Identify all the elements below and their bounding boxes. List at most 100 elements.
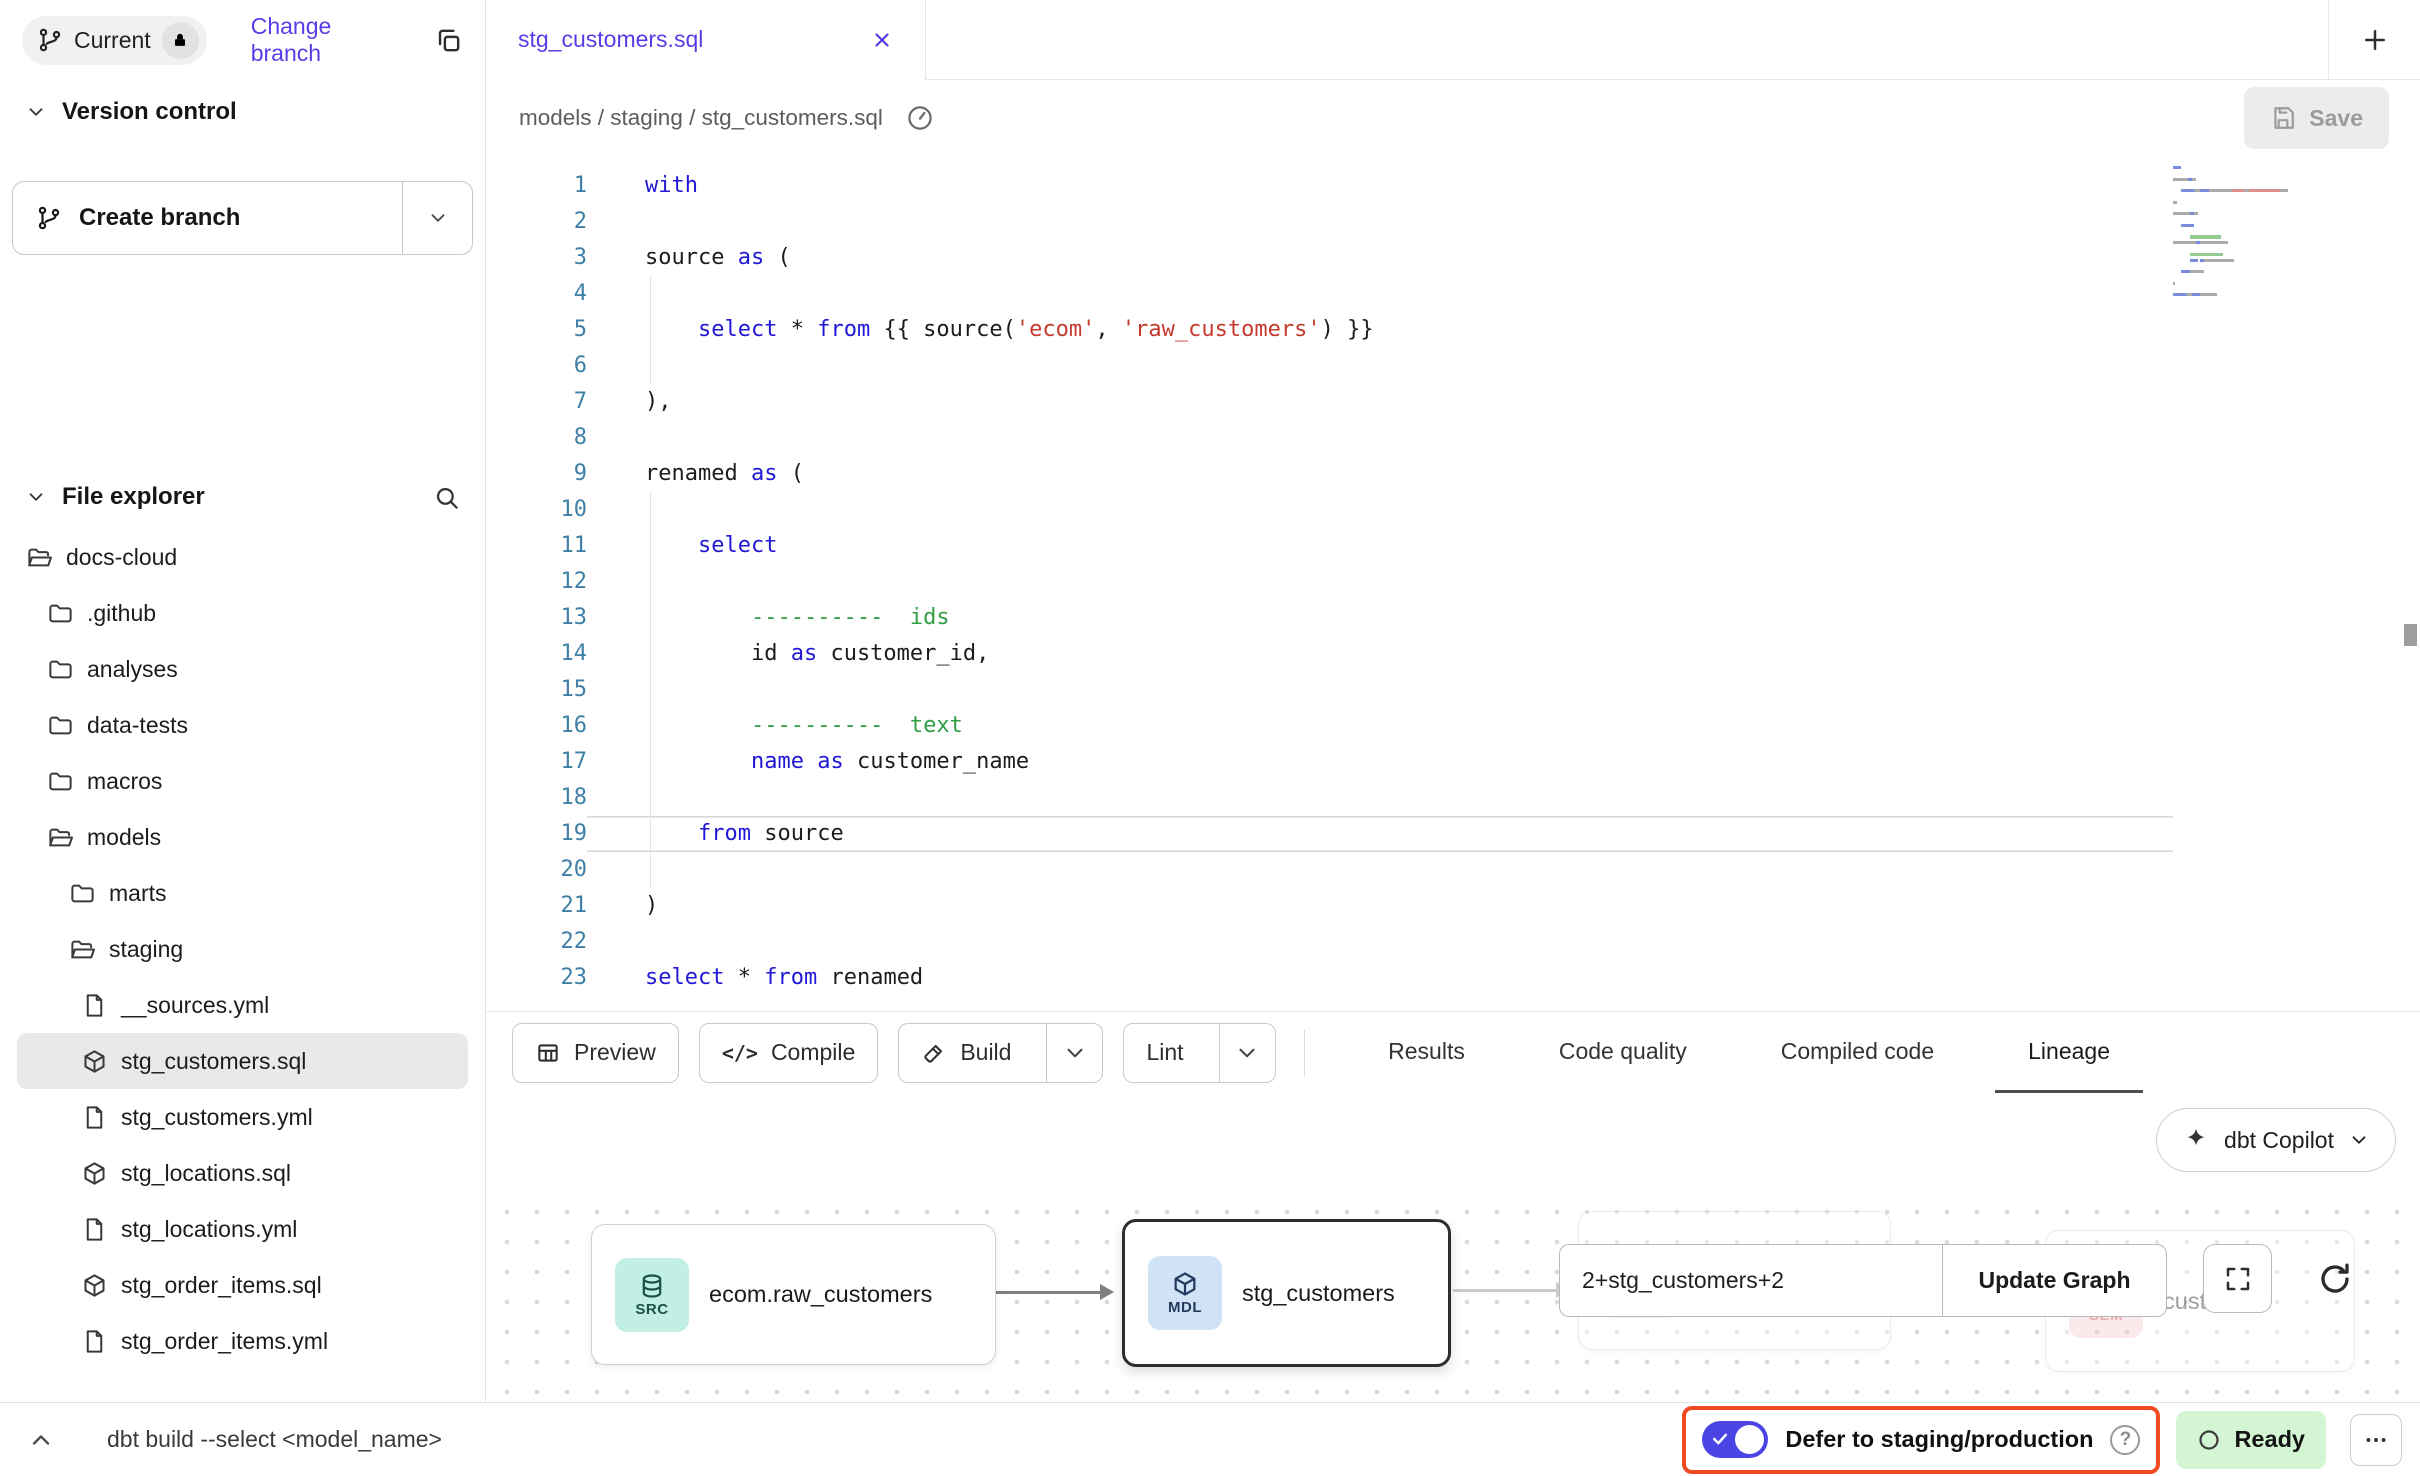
lint-main[interactable]: Lint	[1124, 1024, 1205, 1082]
tree-item-macros[interactable]: macros	[17, 753, 468, 809]
chevron-down-icon	[25, 101, 47, 123]
code-line-8[interactable]: 8	[486, 420, 2173, 456]
code-line-22[interactable]: 22	[486, 924, 2173, 960]
line-number: 17	[486, 744, 587, 780]
tree-item-.github[interactable]: .github	[17, 585, 468, 641]
chevron-down-icon	[1234, 1040, 1260, 1066]
code-line-23[interactable]: 23select * from renamed	[486, 960, 2173, 996]
tree-item-stg_customers.yml[interactable]: stg_customers.yml	[17, 1089, 468, 1145]
code-line-13[interactable]: 13 ---------- ids	[486, 600, 2173, 636]
current-branch-pill[interactable]: Current	[22, 16, 207, 65]
tree-item-stg_customers.sql[interactable]: stg_customers.sql	[17, 1033, 468, 1089]
change-branch-link[interactable]: Change branch	[251, 13, 390, 67]
chevron-down-icon	[427, 207, 449, 229]
tree-item-stg_locations.yml[interactable]: stg_locations.yml	[17, 1201, 468, 1257]
code-line-3[interactable]: 3source as (	[486, 240, 2173, 276]
code-line-5[interactable]: 5 select * from {{ source('ecom', 'raw_c…	[486, 312, 2173, 348]
code-text: id as customer_id,	[587, 636, 2173, 672]
dbt-copilot-button[interactable]: dbt Copilot	[2156, 1108, 2396, 1172]
lineage-canvas[interactable]: Update Graph SRCecom.raw_customers MDLstg…	[486, 1189, 2420, 1402]
tree-item-label: __sources.yml	[121, 992, 269, 1019]
build-button: Build	[898, 1023, 1103, 1083]
code-line-4[interactable]: 4	[486, 276, 2173, 312]
create-branch-main[interactable]: Create branch	[13, 182, 402, 254]
search-icon[interactable]	[433, 484, 460, 511]
tree-item-label: stg_customers.yml	[121, 1104, 313, 1131]
code-line-11[interactable]: 11 select	[486, 528, 2173, 564]
minimap[interactable]	[2173, 166, 2303, 299]
code-line-1[interactable]: 1with	[486, 168, 2173, 204]
tab-label: stg_customers.sql	[518, 26, 703, 53]
minimap-line	[2173, 282, 2303, 285]
code-line-12[interactable]: 12	[486, 564, 2173, 600]
copy-icon[interactable]	[434, 26, 463, 55]
lineage-search-input[interactable]	[1559, 1244, 1942, 1317]
more-options-button[interactable]	[2350, 1414, 2402, 1466]
code-line-7[interactable]: 7),	[486, 384, 2173, 420]
lint-caret[interactable]	[1219, 1024, 1275, 1082]
code-line-10[interactable]: 10	[486, 492, 2173, 528]
line-number: 6	[486, 348, 587, 384]
panel-tab-code-quality[interactable]: Code quality	[1526, 1012, 1720, 1093]
panel-tab-compiled-code[interactable]: Compiled code	[1748, 1012, 1967, 1093]
refresh-button[interactable]	[2300, 1244, 2369, 1313]
code-line-21[interactable]: 21)	[486, 888, 2173, 924]
line-number: 4	[486, 276, 587, 312]
tree-item-stg_locations.sql[interactable]: stg_locations.sql	[17, 1145, 468, 1201]
create-branch-caret[interactable]	[402, 182, 472, 254]
tree-item-analyses[interactable]: analyses	[17, 641, 468, 697]
tree-item-stg_order_items.yml[interactable]: stg_order_items.yml	[17, 1313, 468, 1369]
help-icon[interactable]: ?	[2110, 1425, 2140, 1455]
line-number: 18	[486, 780, 587, 816]
fullscreen-icon	[2223, 1264, 2253, 1294]
node-badge-label: SRC	[635, 1301, 668, 1318]
code-line-14[interactable]: 14 id as customer_id,	[486, 636, 2173, 672]
tree-item-marts[interactable]: marts	[17, 865, 468, 921]
fullscreen-button[interactable]	[2203, 1244, 2272, 1313]
close-icon[interactable]	[871, 29, 893, 51]
create-branch-button: Create branch	[12, 181, 473, 255]
tab-stg-customers-sql[interactable]: stg_customers.sql	[486, 0, 926, 79]
file-explorer-header[interactable]: File explorer	[0, 465, 485, 529]
new-tab-button[interactable]	[2328, 0, 2420, 79]
code-line-18[interactable]: 18	[486, 780, 2173, 816]
code-text: from source	[587, 816, 2173, 852]
chevron-up-icon[interactable]	[27, 1426, 55, 1454]
tree-item-__sources.yml[interactable]: __sources.yml	[17, 977, 468, 1033]
defer-toggle[interactable]	[1702, 1421, 1768, 1458]
tree-item-staging[interactable]: staging	[17, 921, 468, 977]
compile-button[interactable]: </> Compile	[699, 1023, 879, 1083]
panel-tab-results[interactable]: Results	[1355, 1012, 1498, 1093]
code-line-2[interactable]: 2	[486, 204, 2173, 240]
folder-icon	[47, 768, 74, 795]
lineage-node-ecom.raw_customers[interactable]: SRCecom.raw_customers	[591, 1224, 996, 1365]
version-control-header[interactable]: Version control	[0, 80, 485, 144]
chevron-down-icon	[1062, 1040, 1088, 1066]
tree-item-label: analyses	[87, 656, 178, 683]
scrollbar-thumb[interactable]	[2404, 624, 2417, 646]
panel-tab-lineage[interactable]: Lineage	[1995, 1012, 2143, 1093]
preview-button[interactable]: Preview	[512, 1023, 679, 1083]
code-line-17[interactable]: 17 name as customer_name	[486, 744, 2173, 780]
code-editor[interactable]: 1with23source as (45 select * from {{ so…	[486, 156, 2420, 1011]
code-line-16[interactable]: 16 ---------- text	[486, 708, 2173, 744]
code-line-6[interactable]: 6	[486, 348, 2173, 384]
tree-item-stg_order_items.sql[interactable]: stg_order_items.sql	[17, 1257, 468, 1313]
code-line-9[interactable]: 9renamed as (	[486, 456, 2173, 492]
save-button[interactable]: Save	[2244, 87, 2389, 149]
status-ring-icon	[2197, 1428, 2221, 1452]
compile-status-icon[interactable]	[905, 103, 935, 133]
build-caret[interactable]	[1046, 1024, 1102, 1082]
tree-item-models[interactable]: models	[17, 809, 468, 865]
minimap-line	[2173, 293, 2303, 296]
code-line-20[interactable]: 20	[486, 852, 2173, 888]
update-graph-button[interactable]: Update Graph	[1942, 1244, 2167, 1317]
lineage-node-stg_customers[interactable]: MDLstg_customers	[1122, 1219, 1451, 1367]
minimap-line	[2173, 183, 2303, 186]
build-main[interactable]: Build	[899, 1024, 1033, 1082]
tree-item-docs-cloud[interactable]: docs-cloud	[17, 529, 468, 585]
code-line-15[interactable]: 15	[486, 672, 2173, 708]
code-line-19[interactable]: 19 from source	[486, 816, 2173, 852]
refresh-icon	[2317, 1261, 2353, 1297]
tree-item-data-tests[interactable]: data-tests	[17, 697, 468, 753]
